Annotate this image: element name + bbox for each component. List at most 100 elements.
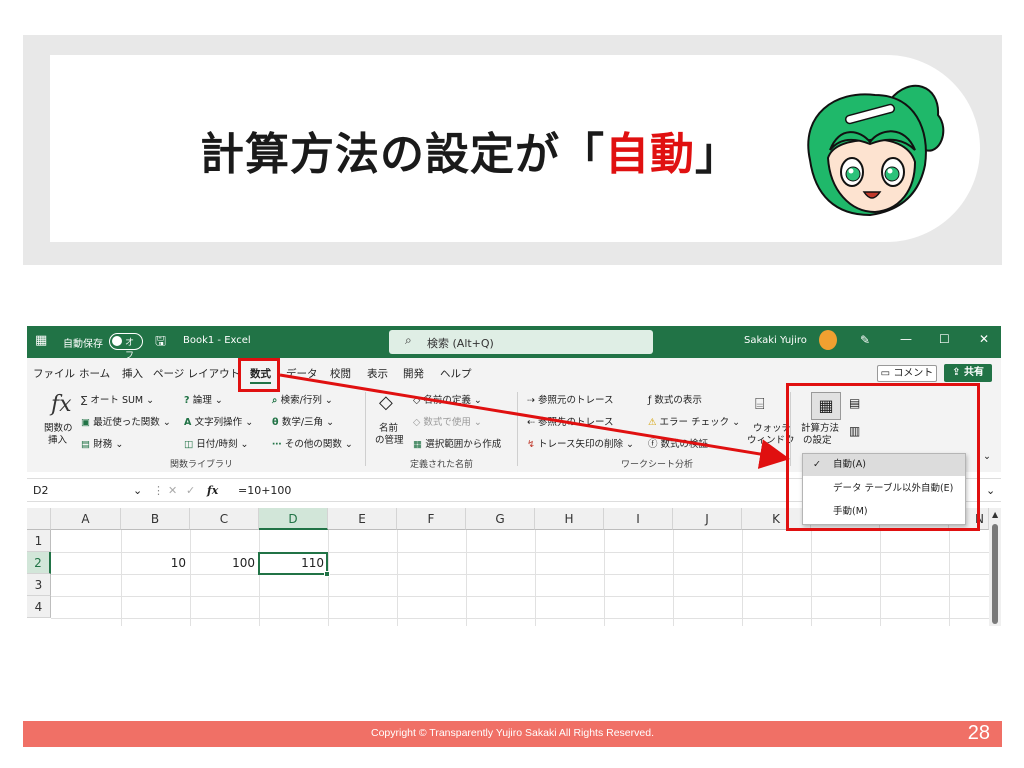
gridline bbox=[742, 530, 743, 626]
minimize-icon[interactable]: — bbox=[900, 332, 912, 346]
row-header-1[interactable]: 1 bbox=[27, 530, 51, 552]
col-header-f[interactable]: F bbox=[397, 508, 466, 530]
gridline bbox=[949, 530, 950, 626]
autosave-label: 自動保存 bbox=[63, 339, 103, 350]
formula-input[interactable]: =10+100 bbox=[238, 484, 291, 497]
show-formulas-label: 数式の表示 bbox=[654, 395, 702, 406]
fx-icon[interactable]: fx bbox=[207, 484, 218, 497]
col-header-c[interactable]: C bbox=[190, 508, 259, 530]
recent-functions-button[interactable]: ▣ 最近使った関数 ⌄ bbox=[81, 414, 171, 428]
save-icon[interactable]: 🖫 bbox=[155, 332, 166, 354]
comment-button[interactable]: ▭ コメント bbox=[877, 365, 937, 382]
col-header-i[interactable]: I bbox=[604, 508, 673, 530]
trace-precedents-label: 参照元のトレース bbox=[537, 395, 614, 406]
cell-b2[interactable]: 10 bbox=[121, 552, 190, 574]
create-from-selection-button[interactable]: ▦ 選択範囲から作成 bbox=[413, 436, 501, 450]
insert-function-icon[interactable]: fx bbox=[51, 392, 72, 417]
share-icon: ⇪ bbox=[952, 367, 964, 378]
tab-file[interactable]: ファイル bbox=[33, 366, 75, 381]
col-header-j[interactable]: J bbox=[673, 508, 742, 530]
tab-review[interactable]: 校閲 bbox=[330, 366, 351, 381]
use-in-formula-button[interactable]: ◇ 数式で使用 ⌄ bbox=[413, 414, 482, 428]
text-button[interactable]: A 文字列操作 ⌄ bbox=[184, 414, 253, 428]
autosum-icon: ∑ bbox=[81, 395, 91, 406]
watch-window-icon[interactable]: ⌸ bbox=[755, 394, 765, 414]
close-icon[interactable]: ✕ bbox=[979, 332, 989, 346]
scrollbar-thumb[interactable] bbox=[992, 524, 998, 624]
text-label: 文字列操作 bbox=[194, 417, 243, 428]
cancel-icon[interactable]: ✕ bbox=[168, 484, 177, 497]
math-button[interactable]: θ 数学/三角 ⌄ bbox=[272, 414, 334, 428]
trace-dependents-button[interactable]: ⇠ 参照先のトレース bbox=[527, 414, 614, 428]
trace-precedents-icon: ⇢ bbox=[527, 395, 538, 406]
lookup-label: 検索/行列 bbox=[280, 395, 322, 406]
autosum-button[interactable]: ∑ オート SUM ⌄ bbox=[81, 392, 154, 406]
financial-button[interactable]: ▤ 財務 ⌄ bbox=[81, 436, 123, 450]
name-box[interactable]: D2 bbox=[33, 484, 48, 497]
remove-arrows-button[interactable]: ↯ トレース矢印の削除 ⌄ bbox=[527, 436, 634, 450]
character-avatar bbox=[807, 84, 945, 217]
error-checking-label: エラー チェック bbox=[659, 417, 730, 428]
excel-logo-icon[interactable]: ▦ bbox=[35, 333, 47, 348]
insert-function-label-2[interactable]: 挿入 bbox=[48, 432, 67, 446]
col-header-d[interactable]: D bbox=[259, 508, 328, 530]
enter-icon[interactable]: ✓ bbox=[186, 484, 195, 497]
col-header-g[interactable]: G bbox=[466, 508, 535, 530]
tab-developer[interactable]: 開発 bbox=[403, 366, 424, 381]
name-box-dropdown-icon[interactable]: ⌄ bbox=[133, 484, 142, 497]
error-checking-button[interactable]: ⚠ エラー チェック ⌄ bbox=[648, 414, 740, 428]
cell-c2[interactable]: 100 bbox=[190, 552, 259, 574]
search-box[interactable]: ⌕ 検索 (Alt+Q) bbox=[389, 330, 653, 354]
autosave-toggle[interactable]: オフ bbox=[109, 333, 143, 361]
comment-icon: ▭ bbox=[880, 368, 894, 379]
logical-button[interactable]: ? 論理 ⌄ bbox=[184, 392, 223, 406]
search-placeholder: 検索 (Alt+Q) bbox=[427, 337, 494, 350]
define-name-button[interactable]: ◇ 名前の定義 ⌄ bbox=[413, 392, 482, 406]
row-header-4[interactable]: 4 bbox=[27, 596, 51, 618]
evaluate-formula-icon: ⓕ bbox=[648, 439, 661, 450]
highlight-formulas-tab bbox=[238, 358, 280, 392]
tab-help[interactable]: ヘルプ bbox=[440, 366, 472, 381]
name-manager-label-2[interactable]: の管理 bbox=[375, 432, 404, 446]
maximize-icon[interactable]: ☐ bbox=[939, 332, 950, 346]
tab-home[interactable]: ホーム bbox=[79, 366, 110, 381]
lookup-button[interactable]: ⌕ 検索/行列 ⌄ bbox=[272, 392, 333, 406]
ribbon-expand-icon[interactable]: ⌄ bbox=[983, 451, 991, 462]
formula-expand-icon[interactable]: ⌄ bbox=[986, 484, 995, 497]
user-avatar[interactable] bbox=[819, 330, 837, 350]
show-formulas-button[interactable]: ƒ 数式の表示 bbox=[648, 392, 702, 406]
tab-page-layout[interactable]: ページ レイアウト bbox=[153, 366, 240, 381]
title-suffix: 」 bbox=[695, 129, 740, 180]
datetime-button[interactable]: ◫ 日付/時刻 ⌄ bbox=[184, 436, 248, 450]
group-label-auditing: ワークシート分析 bbox=[621, 460, 694, 470]
scroll-up-icon[interactable]: ▲ bbox=[992, 510, 998, 519]
tab-insert[interactable]: 挿入 bbox=[122, 366, 143, 381]
col-header-a[interactable]: A bbox=[51, 508, 121, 530]
tab-data[interactable]: データ bbox=[286, 366, 318, 381]
active-cell-border bbox=[258, 552, 330, 577]
share-button[interactable]: ⇪ 共有 bbox=[944, 364, 992, 382]
toggle-knob bbox=[112, 336, 122, 346]
select-all-corner[interactable] bbox=[27, 508, 51, 530]
row-header-3[interactable]: 3 bbox=[27, 574, 51, 596]
slide-title: 計算方法の設定が「自動」 bbox=[200, 118, 740, 182]
evaluate-formula-label: 数式の検証 bbox=[660, 439, 709, 450]
tab-view[interactable]: 表示 bbox=[367, 366, 388, 381]
col-header-b[interactable]: B bbox=[121, 508, 190, 530]
row-header-2[interactable]: 2 bbox=[27, 552, 51, 574]
evaluate-formula-button[interactable]: ⓕ 数式の検証 bbox=[648, 436, 708, 450]
more-functions-button[interactable]: ⋯ その他の関数 ⌄ bbox=[272, 436, 353, 450]
user-name[interactable]: Sakaki Yujiro bbox=[744, 335, 807, 346]
group-label-names: 定義された名前 bbox=[410, 460, 474, 470]
create-from-selection-label: 選択範囲から作成 bbox=[425, 439, 502, 450]
pen-icon[interactable]: ✎ bbox=[860, 333, 870, 347]
fill-handle[interactable] bbox=[324, 571, 330, 577]
col-header-h[interactable]: H bbox=[535, 508, 604, 530]
remove-arrows-label: トレース矢印の削除 bbox=[537, 439, 624, 450]
vertical-scrollbar[interactable]: ▲ bbox=[989, 508, 1001, 626]
gridline bbox=[673, 530, 674, 626]
trace-precedents-button[interactable]: ⇢ 参照元のトレース bbox=[527, 392, 614, 406]
slide: 計算方法の設定が「自動」 ▦ 自動保存 オフ 🖫 Book1 - Excel ⌕ bbox=[0, 0, 1024, 768]
col-header-e[interactable]: E bbox=[328, 508, 397, 530]
name-manager-icon[interactable]: ◇ bbox=[379, 392, 393, 413]
